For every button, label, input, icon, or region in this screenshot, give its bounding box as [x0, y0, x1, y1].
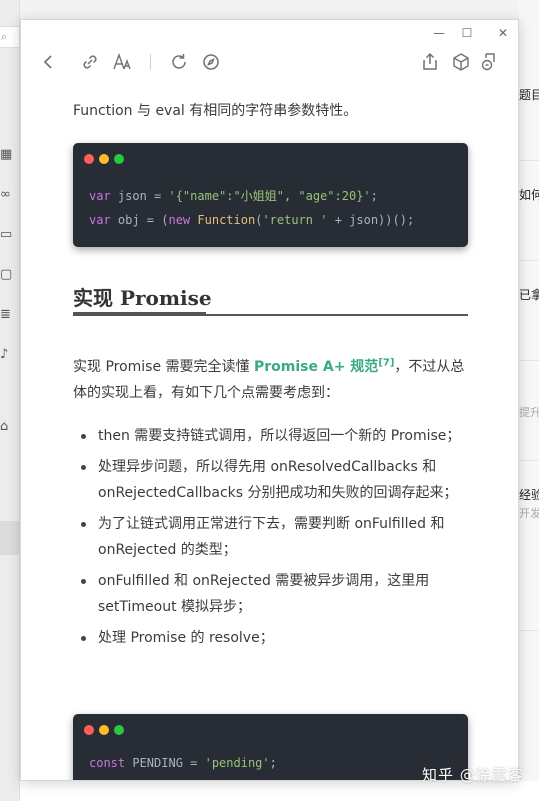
- yellow-dot: [99, 725, 109, 735]
- music-nav-icon[interactable]: ♪: [0, 348, 14, 362]
- link-nav-icon[interactable]: ∞: [0, 188, 14, 202]
- code-line: var json = '{"name":"小姐姐", "age":20}';: [89, 189, 378, 203]
- section-heading: 实现 Promise: [73, 286, 212, 310]
- footnote-ref[interactable]: [7]: [378, 357, 394, 368]
- heading-underline: [73, 314, 468, 316]
- minimize-button[interactable]: —: [431, 25, 447, 41]
- close-button[interactable]: ✕: [495, 25, 511, 41]
- link-icon[interactable]: [78, 50, 102, 74]
- code-line: const PENDING = 'pending';: [89, 756, 277, 770]
- back-icon[interactable]: [37, 50, 61, 74]
- feed-snippet: 提升: [519, 406, 539, 419]
- apps-icon[interactable]: ▦: [0, 148, 14, 162]
- feed-snippet: 如何: [519, 188, 539, 202]
- list-item: then 需要支持链式调用，所以得返回一个新的 Promise；: [73, 423, 469, 449]
- background-feed: 题目 如何 已拿 提升 经验 开发: [519, 0, 539, 801]
- green-dot: [114, 154, 124, 164]
- cube-icon[interactable]: [449, 50, 473, 74]
- maximize-button[interactable]: ☐: [459, 25, 475, 41]
- feed-snippet: 经验: [519, 488, 539, 502]
- code-line: var obj = (new Function('return ' + json…: [89, 213, 415, 227]
- font-size-icon[interactable]: [110, 50, 134, 74]
- reader-toolbar: [21, 46, 518, 78]
- yellow-dot: [99, 154, 109, 164]
- background-sidebar: ⌕ ▦ ∞ ▭ ▢ ≣ ♪ ⌂: [0, 0, 20, 801]
- code-block: var json = '{"name":"小姐姐", "age":20}'; v…: [73, 143, 468, 247]
- watermark: 知乎 @徐霞客: [422, 766, 524, 784]
- toolbar-separator: [150, 54, 151, 70]
- article-content: Function 与 eval 有相同的字符串参数特性。 var json = …: [21, 78, 518, 780]
- red-dot: [84, 725, 94, 735]
- requirements-list: then 需要支持链式调用，所以得返回一个新的 Promise； 处理异步问题，…: [73, 423, 469, 656]
- promise-paragraph: 实现 Promise 需要完全读懂 Promise A+ 规范[7]，不过从总体…: [73, 357, 465, 401]
- reader-window: — ☐ ✕ Function 与 eval 有相同的字符串参数特性。 var j…: [20, 19, 519, 781]
- background-search-input[interactable]: ⌕: [0, 26, 20, 48]
- share-icon[interactable]: [418, 50, 442, 74]
- feed-snippet: 题目: [519, 88, 539, 102]
- feed-snippet: 开发: [519, 507, 539, 520]
- promise-spec-link[interactable]: Promise A+ 规范: [254, 359, 378, 375]
- red-dot: [84, 154, 94, 164]
- tag-nav-icon[interactable]: ⌂: [0, 420, 14, 434]
- reader-mode-icon[interactable]: [478, 50, 502, 74]
- window-titlebar: — ☐ ✕: [21, 20, 518, 46]
- list-item: 为了让链式调用正常进行下去，需要判断 onFulfilled 和 onRejec…: [73, 511, 469, 563]
- feed-snippet: 已拿: [519, 288, 539, 302]
- list-nav-icon[interactable]: ≣: [0, 308, 14, 322]
- code-block: const PENDING = 'pending';: [73, 714, 468, 780]
- search-icon: ⌕: [1, 30, 8, 43]
- refresh-icon[interactable]: [167, 50, 191, 74]
- background-selected-item[interactable]: [0, 521, 20, 555]
- compass-icon[interactable]: [199, 50, 223, 74]
- intro-paragraph: Function 与 eval 有相同的字符串参数特性。: [73, 103, 358, 119]
- image-nav-icon[interactable]: ▭: [0, 228, 14, 242]
- list-item: 处理异步问题，所以得先用 onResolvedCallbacks 和 onRej…: [73, 454, 469, 506]
- list-item: onFulfilled 和 onRejected 需要被异步调用，这里用 set…: [73, 568, 469, 620]
- green-dot: [114, 725, 124, 735]
- list-item: 处理 Promise 的 resolve；: [73, 625, 469, 651]
- card-nav-icon[interactable]: ▢: [0, 268, 14, 282]
